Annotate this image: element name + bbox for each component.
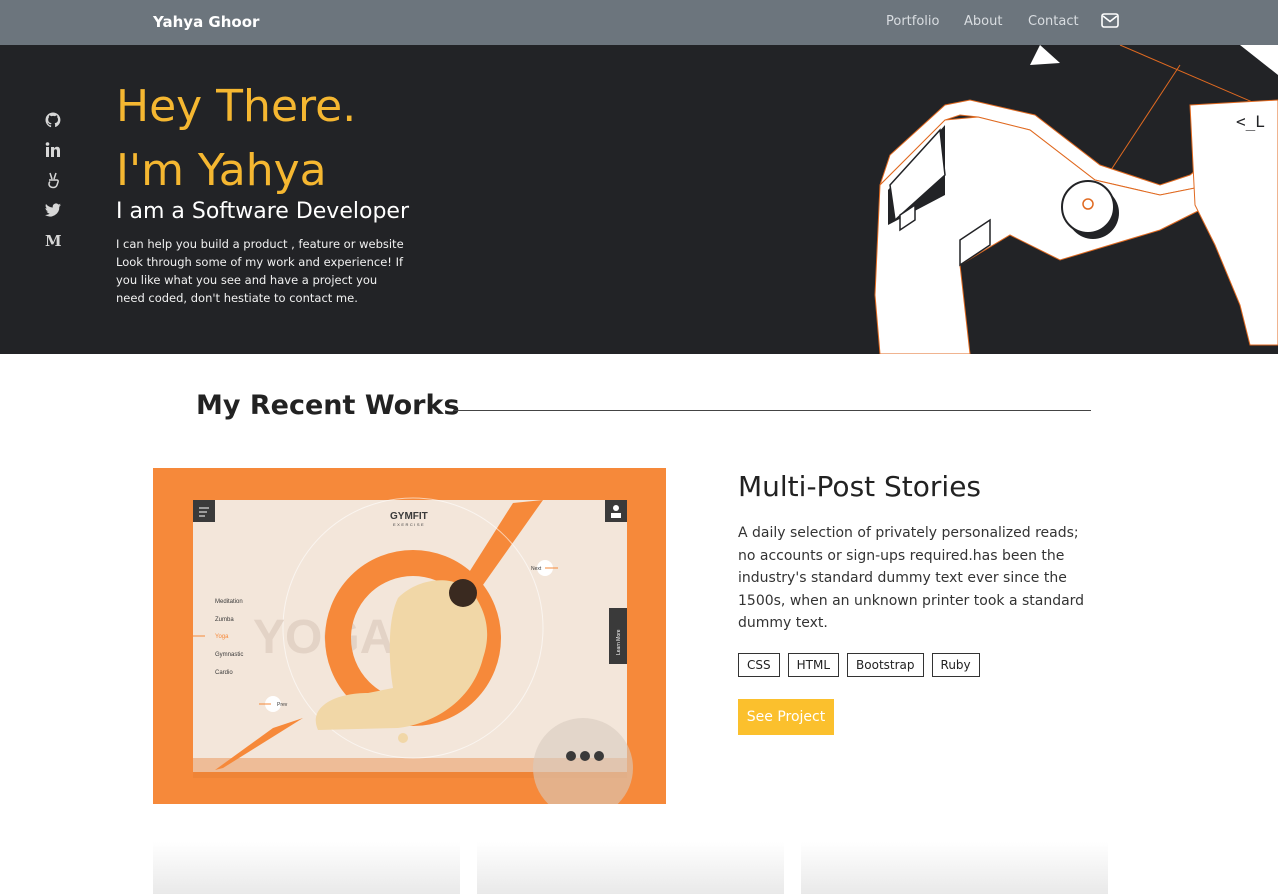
- tag-ruby: Ruby: [931, 653, 980, 677]
- project-image[interactable]: YOGA GYMFIT EXERCISE Meditation Zumba Yo…: [153, 468, 666, 804]
- twitter-icon[interactable]: [44, 201, 62, 219]
- mockup-menu-item: Yoga: [215, 634, 229, 640]
- svg-text:M: M: [45, 232, 62, 249]
- hero-heading: Hey There. I'm Yahya: [116, 75, 356, 203]
- project-card[interactable]: [801, 842, 1108, 894]
- mockup-menu-item: Gymnastic: [215, 652, 243, 658]
- gymfit-mockup: YOGA GYMFIT EXERCISE Meditation Zumba Yo…: [193, 497, 633, 804]
- mockup-logo-sub: EXERCISE: [393, 522, 425, 527]
- hero-subtitle: I am a Software Developer: [116, 199, 409, 224]
- mockup-next: Next: [531, 566, 542, 572]
- nav-link-contact[interactable]: Contact: [1028, 14, 1079, 29]
- top-navbar: Yahya Ghoor Portfolio About Contact: [0, 0, 1278, 45]
- tag-bootstrap: Bootstrap: [847, 653, 924, 677]
- mockup-menu-item: Cardio: [215, 670, 233, 676]
- hero-greeting: Hey There.: [116, 81, 357, 132]
- medium-icon[interactable]: M: [44, 231, 62, 249]
- hero-name: I'm Yahya: [116, 145, 327, 196]
- mockup-side-label: Learn More: [616, 629, 622, 655]
- angellist-icon[interactable]: [44, 171, 62, 189]
- brand-name[interactable]: Yahya Ghoor: [153, 13, 259, 31]
- tag-html: HTML: [787, 653, 840, 677]
- mockup-logo: GYMFIT: [390, 511, 428, 522]
- project-title: Multi-Post Stories: [738, 470, 982, 503]
- section-divider: [453, 410, 1091, 411]
- project-tags: CSS HTML Bootstrap Ruby: [738, 653, 980, 677]
- project-description: A daily selection of privately personali…: [738, 525, 1085, 632]
- nav-link-portfolio[interactable]: Portfolio: [886, 14, 939, 29]
- mockup-big-word: YOGA: [253, 611, 394, 664]
- linkedin-icon[interactable]: [44, 141, 62, 159]
- mockup-prev: Prev: [277, 702, 288, 708]
- section-title: My Recent Works: [196, 390, 460, 421]
- tag-css: CSS: [738, 653, 780, 677]
- hero-description: I can help you build a product , feature…: [116, 237, 404, 305]
- mockup-menu-item: Zumba: [215, 617, 234, 623]
- mockup-menu-item: Meditation: [215, 599, 243, 605]
- project-card[interactable]: [153, 842, 460, 894]
- mail-icon[interactable]: [1101, 13, 1119, 28]
- github-icon[interactable]: [44, 111, 62, 129]
- nav-link-about[interactable]: About: [964, 14, 1002, 29]
- hero-section: M Hey There. I'm Yahya I am a Software D…: [0, 45, 1278, 354]
- svg-text:<_L: <_L: [1236, 112, 1265, 131]
- see-project-button[interactable]: See Project: [738, 699, 834, 735]
- social-links: M: [44, 111, 62, 261]
- project-card[interactable]: [477, 842, 784, 894]
- hero-illustration: <_L: [874, 45, 1278, 354]
